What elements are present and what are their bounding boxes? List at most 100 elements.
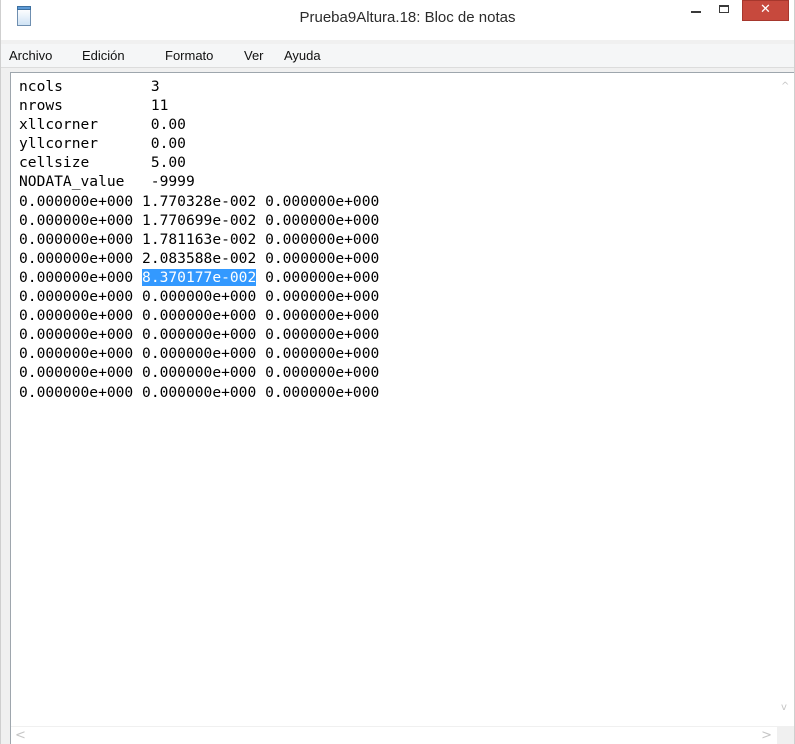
header-value: -9999 [150, 173, 195, 191]
grid-cell: 0.000000e+000 [142, 345, 257, 363]
grid-cell: 0.000000e+000 [19, 249, 134, 267]
grid-cell: 0.000000e+000 [265, 211, 380, 229]
cell-separator [133, 269, 142, 286]
header-line: xllcorner 0.00 [19, 115, 379, 134]
text-editor[interactable]: ncols 3 nrows 11 xllcorner 0.00 yllcorner 0… [10, 72, 794, 744]
cell-separator [256, 231, 265, 248]
header-padding [98, 116, 151, 133]
grid-cell: 0.000000e+000 [19, 383, 134, 401]
menu-edicion[interactable]: Edición [82, 48, 125, 63]
header-line: NODATA_value -9999 [19, 172, 379, 191]
grid-cell: 0.000000e+000 [142, 288, 257, 306]
scrollbar-corner [777, 726, 794, 744]
grid-cell: 0.000000e+000 [142, 364, 257, 382]
minimize-icon [691, 11, 701, 13]
grid-cell: 0.000000e+000 [265, 230, 380, 248]
grid-cell: 0.000000e+000 [19, 230, 134, 248]
grid-row: 0.000000e+000 0.000000e+000 0.000000e+00… [19, 383, 379, 402]
window-title: Prueba9Altura.18: Bloc de notas [299, 9, 516, 26]
menu-archivo[interactable]: Archivo [9, 48, 52, 63]
close-icon: ✕ [760, 2, 771, 17]
cell-separator [256, 288, 265, 305]
cell-separator [256, 250, 265, 267]
cell-separator [256, 326, 265, 343]
scroll-up-icon[interactable]: ^ [781, 81, 789, 92]
cell-separator [133, 193, 142, 210]
cell-separator [133, 307, 142, 324]
vertical-scrollbar[interactable]: ^ v [777, 73, 794, 717]
grid-row: 0.000000e+000 8.370177e-002 0.000000e+00… [19, 268, 379, 287]
selected-text: 8.370177e-002 [142, 268, 257, 286]
menu-formato[interactable]: Formato [165, 48, 213, 63]
grid-cell: 0.000000e+000 [265, 383, 380, 401]
scroll-right-icon[interactable]: > [761, 728, 772, 743]
menu-bar: Archivo Edición Formato Ver Ayuda [1, 44, 794, 68]
grid-cell: 0.000000e+000 [265, 288, 380, 306]
cell-separator [133, 364, 142, 381]
header-padding [63, 78, 151, 95]
notepad-window: Prueba9Altura.18: Bloc de notas ✕ Archiv… [0, 0, 795, 744]
grid-cell: 1.770699e-002 [142, 211, 257, 229]
grid-cell: 0.000000e+000 [265, 345, 380, 363]
horizontal-scrollbar[interactable]: < > [11, 726, 778, 744]
header-key: ncols [19, 78, 63, 95]
grid-cell: 1.770328e-002 [142, 192, 257, 210]
cell-separator [256, 193, 265, 210]
header-padding [98, 135, 151, 152]
grid-cell: 0.000000e+000 [19, 364, 134, 382]
grid-cell: 0.000000e+000 [19, 288, 134, 306]
maximize-button[interactable] [711, 0, 737, 21]
cell-separator [133, 326, 142, 343]
menu-ver[interactable]: Ver [244, 48, 264, 63]
cell-separator [256, 269, 265, 286]
header-line: cellsize 5.00 [19, 153, 379, 172]
grid-row: 0.000000e+000 0.000000e+000 0.000000e+00… [19, 287, 379, 306]
grid-cell: 0.000000e+000 [265, 364, 380, 382]
grid-cell: 0.000000e+000 [19, 211, 134, 229]
header-value: 0.00 [150, 116, 186, 134]
header-line: yllcorner 0.00 [19, 134, 379, 153]
grid-cell: 0.000000e+000 [142, 307, 257, 325]
header-line: ncols 3 [19, 77, 379, 96]
minimize-button[interactable] [683, 0, 709, 21]
cell-separator [133, 250, 142, 267]
maximize-icon [719, 5, 729, 13]
scroll-left-icon[interactable]: < [15, 728, 26, 743]
close-button[interactable]: ✕ [742, 0, 789, 21]
header-key: NODATA_value [19, 173, 125, 191]
cell-separator [133, 212, 142, 229]
header-line: nrows 11 [19, 96, 379, 115]
header-padding [124, 173, 150, 190]
cell-separator [256, 364, 265, 381]
grid-cell: 0.000000e+000 [19, 192, 134, 210]
grid-cell: 0.000000e+000 [19, 326, 134, 344]
header-key: yllcorner [19, 135, 99, 153]
header-value: 3 [150, 78, 160, 95]
grid-row: 0.000000e+000 0.000000e+000 0.000000e+00… [19, 325, 379, 344]
header-value: 0.00 [150, 135, 186, 153]
header-key: nrows [19, 97, 63, 115]
grid-row: 0.000000e+000 1.770328e-002 0.000000e+00… [19, 192, 379, 211]
grid-row: 0.000000e+000 1.781163e-002 0.000000e+00… [19, 230, 379, 249]
grid-row: 0.000000e+000 0.000000e+000 0.000000e+00… [19, 363, 379, 382]
grid-cell: 0.000000e+000 [265, 192, 380, 210]
grid-cell: 0.000000e+000 [19, 268, 134, 286]
header-value: 5.00 [150, 154, 186, 172]
grid-row: 0.000000e+000 2.083588e-002 0.000000e+00… [19, 249, 379, 268]
cell-separator [256, 345, 265, 362]
document-text[interactable]: ncols 3 nrows 11 xllcorner 0.00 yllcorner 0… [19, 77, 379, 402]
cell-separator [256, 307, 265, 324]
grid-row: 0.000000e+000 0.000000e+000 0.000000e+00… [19, 344, 379, 363]
scroll-down-icon[interactable]: v [781, 702, 787, 713]
header-padding [63, 97, 151, 114]
grid-row: 0.000000e+000 0.000000e+000 0.000000e+00… [19, 306, 379, 325]
cell-separator [133, 384, 142, 401]
cell-separator [256, 384, 265, 401]
grid-cell: 0.000000e+000 [265, 307, 380, 325]
menu-ayuda[interactable]: Ayuda [284, 48, 321, 63]
grid-cell: 2.083588e-002 [142, 249, 257, 267]
grid-cell: 0.000000e+000 [265, 268, 380, 286]
grid-cell: 0.000000e+000 [142, 383, 257, 401]
title-bar[interactable]: Prueba9Altura.18: Bloc de notas ✕ [1, 0, 794, 40]
header-padding [89, 154, 151, 171]
